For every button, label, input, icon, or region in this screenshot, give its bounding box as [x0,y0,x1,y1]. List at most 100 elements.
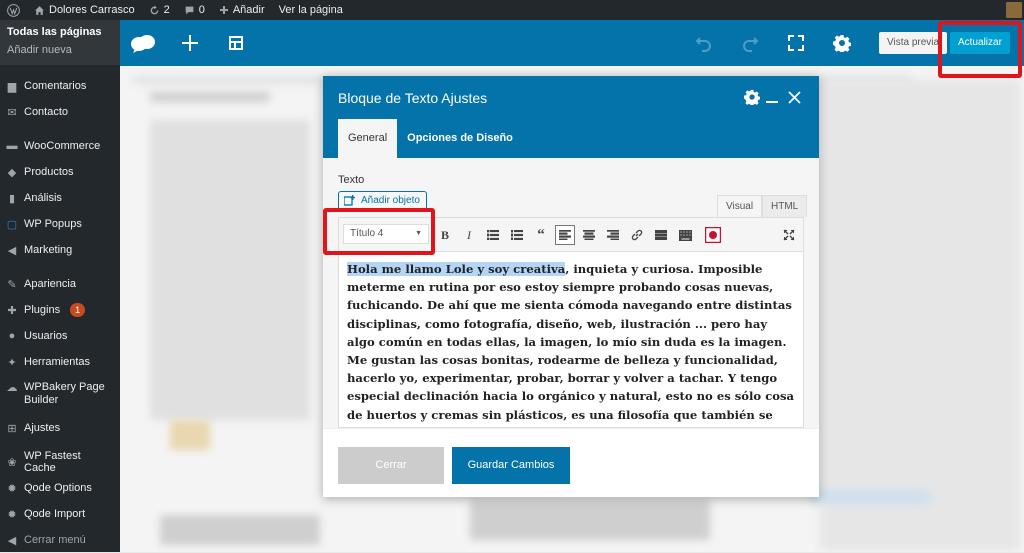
admin-bar: Dolores Carrasco 2 0 Añadir Ver la págin… [0,0,1024,20]
bullet-list-icon[interactable] [483,225,503,245]
format-select[interactable]: Título 4 ▼ [343,224,429,244]
selected-text: Hola me llamo Lole y soy creativa [347,262,566,276]
add-element-icon[interactable] [178,20,202,66]
updates-link[interactable]: 2 [142,0,177,20]
sidebar-item-marketing[interactable]: ◀ Marketing [0,237,120,263]
tab-design-options[interactable]: Opciones de Diseño [397,119,523,158]
woocommerce-icon: ▬ [6,140,18,152]
close-button[interactable]: Cerrar [338,447,444,484]
wrench-icon: ✦ [7,356,17,369]
sidebar-item-wp-fastest-cache[interactable]: ❀ WP Fastest Cache [0,449,120,475]
site-name-link[interactable]: Dolores Carrasco [27,0,142,20]
sidebar-item-label: WP Fastest Cache [24,450,81,474]
minimize-icon[interactable] [763,88,781,106]
align-right-icon[interactable] [603,225,623,245]
align-center-icon[interactable] [579,225,599,245]
preview-button[interactable]: Vista previa [879,32,948,54]
admin-sidebar: Todas las páginas Añadir nueva ▆ Comentar… [0,20,120,552]
sidebar-item-qode-options[interactable]: ✹ Qode Options [0,475,120,501]
undo-icon[interactable] [692,20,716,66]
sidebar-item-label: Marketing [24,244,73,256]
format-select-value: Título 4 [350,228,384,239]
site-name: Dolores Carrasco [49,4,135,16]
new-label: Añadir [232,4,265,16]
megaphone-icon: ◀ [7,244,17,257]
submenu-all-pages[interactable]: Todas las páginas [0,23,120,41]
text-editor[interactable]: Hola me llamo Lole y soy creativa, inqui… [338,251,804,428]
italic-icon[interactable]: I [459,225,479,245]
sidebar-item-qode-import[interactable]: ✹ Qode Import [0,501,120,527]
add-media-button[interactable]: Añadir objeto [338,191,427,211]
sidebar-item-label: Qode Import [24,508,86,520]
refresh-icon [150,5,158,14]
home-icon [35,5,44,15]
view-page-link[interactable]: Ver la página [272,0,350,20]
sidebar-item-contacto[interactable]: ✉ Contacto [0,99,120,125]
comment-icon [185,6,194,14]
avatar[interactable] [1006,2,1022,18]
editor-toolbar: Título 4 ▼ B I “ [338,217,804,251]
update-button[interactable]: Actualizar [950,32,1010,54]
sidebar-item-woocommerce[interactable]: ▬ WooCommerce [0,133,120,159]
blurred-column [150,120,310,420]
fullscreen-icon[interactable] [784,20,808,66]
tab-general[interactable]: General [338,119,398,158]
sidebar-item-label: Productos [24,166,74,178]
sidebar-item-label: Comentarios [24,80,87,92]
bold-icon[interactable]: B [435,225,455,245]
sidebar-item-comentarios[interactable]: ▆ Comentarios [0,73,120,99]
close-icon[interactable] [785,88,803,106]
editor-tab-visual[interactable]: Visual [717,195,763,217]
sidebar-item-apariencia[interactable]: ✎ Apariencia [0,271,120,297]
modal-header: Bloque de Texto Ajustes General Opciones… [323,76,819,158]
submenu-add-new[interactable]: Añadir nueva [0,41,120,59]
sidebar-item-ajustes[interactable]: ⊞ Ajustes [0,415,120,441]
sidebar-item-label: WPBakery Page Builder [24,381,105,406]
sidebar-item-label: Cerrar menú [24,534,86,546]
link-icon[interactable] [627,225,647,245]
comment-icon: ▆ [7,80,17,93]
gear-icon[interactable] [743,88,761,106]
wordpress-logo-icon[interactable] [0,0,27,20]
sidebar-item-label: Plugins [24,304,61,316]
sidebar-item-label: Apariencia [24,278,76,290]
redo-icon[interactable] [738,20,762,66]
pages-submenu: Todas las páginas Añadir nueva [0,20,120,65]
sidebar-item-collapse-menu[interactable]: ◀ Cerrar menú [0,527,120,553]
wpbakery-icon: ☁ [6,381,18,394]
templates-icon[interactable] [224,20,248,66]
sidebar-item-label: Ajustes [24,422,61,434]
sidebar-item-wpbakery[interactable]: ☁ WPBakery Page Builder [0,375,120,415]
blockquote-icon[interactable]: “ [531,225,551,245]
comments-link[interactable]: 0 [177,0,212,20]
new-content-link[interactable]: Añadir [212,0,272,20]
sidebar-item-label: Usuarios [24,330,68,342]
sidebar-item-label: Herramientas [24,356,91,368]
builder-toolbar: Vista previa Actualizar [120,20,1024,66]
chart-icon: ▮ [8,192,16,205]
plugin-icon: ✚ [7,304,17,317]
blurred-block [150,92,270,102]
editor-tab-html[interactable]: HTML [762,195,808,217]
save-changes-button[interactable]: Guardar Cambios [452,447,570,484]
sidebar-item-herramientas[interactable]: ✦ Herramientas [0,349,120,375]
sidebar-item-analisis[interactable]: ▮ Análisis [0,185,120,211]
record-icon[interactable] [703,225,723,245]
comments-count: 0 [198,4,205,16]
settings-gear-icon[interactable] [830,20,854,66]
plus-icon [219,6,228,14]
sidebar-item-plugins[interactable]: ✚ Plugins 1 [0,297,120,323]
align-left-icon[interactable] [555,225,575,245]
mail-icon: ✉ [7,106,17,119]
editor-text: , inquieta y curiosa. Imposible meterme … [347,262,795,427]
text-field-label: Texto [338,174,365,186]
read-more-icon[interactable] [651,225,671,245]
sidebar-item-usuarios[interactable]: ● Usuarios [0,323,120,349]
toolbar-toggle-icon[interactable] [675,225,695,245]
wpbakery-logo-icon[interactable] [128,20,158,66]
sidebar-item-wp-popups[interactable]: ▢ WP Popups [0,211,120,237]
chevron-down-icon: ▼ [415,230,422,237]
sidebar-item-productos[interactable]: ◆ Productos [0,159,120,185]
expand-icon[interactable] [779,225,799,245]
numbered-list-icon[interactable] [507,225,527,245]
